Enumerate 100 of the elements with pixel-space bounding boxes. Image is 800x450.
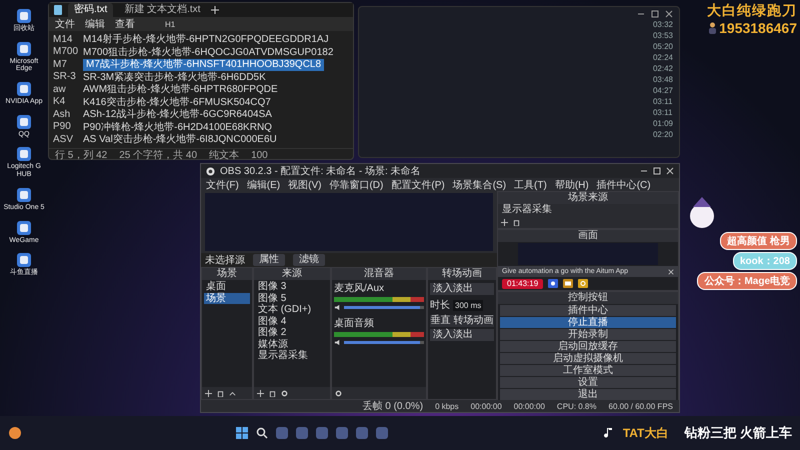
app-logo-icon — [206, 166, 215, 176]
record-icon[interactable] — [548, 279, 558, 288]
status-text: 00:00:00 — [514, 402, 545, 410]
slogan-text: 钻粉三把 火箭上车 — [684, 424, 792, 442]
line-text: aw — [53, 84, 67, 95]
line-text: ASV — [53, 134, 74, 145]
file-tab[interactable]: 密码.txt — [68, 3, 114, 17]
menu-item[interactable]: 场景集合(S) — [452, 178, 506, 192]
toolbar-button[interactable]: 滤镜 — [293, 254, 325, 266]
close-icon[interactable] — [666, 167, 674, 175]
line-text: P90 — [53, 121, 72, 132]
info-tag: 超高颜值 枪男 — [720, 232, 797, 250]
line-text: SR-3 — [53, 71, 77, 82]
duration-text: 04:27 — [652, 86, 673, 95]
channel-name: 桌面音频 — [334, 316, 375, 330]
live-timer-button[interactable]: 01:43:19 — [502, 278, 544, 288]
control-button[interactable]: 插件中心 — [500, 305, 676, 316]
close-icon[interactable] — [665, 10, 673, 18]
chevron-up-icon[interactable] — [229, 390, 236, 396]
menu-item[interactable]: 工具(T) — [514, 178, 547, 192]
source-item[interactable]: 显示器采集 — [498, 204, 678, 216]
brand-text: TAT大白 — [622, 424, 668, 442]
app-icon[interactable] — [16, 81, 32, 98]
app-icon[interactable] — [16, 114, 32, 130]
control-button[interactable]: 停止直播 — [500, 317, 676, 328]
app-icon[interactable] — [16, 186, 32, 203]
duration-text: 03:11 — [652, 108, 673, 117]
notepad-icon — [53, 4, 63, 16]
control-button[interactable]: 启动回放缓存 — [500, 341, 676, 352]
duration-field[interactable]: 300 ms — [453, 300, 484, 310]
duration-text: 01:09 — [652, 119, 673, 128]
person-icon — [708, 22, 718, 34]
dock-title: 场景 — [202, 268, 252, 280]
menu-item[interactable]: 帮助(H) — [554, 178, 589, 192]
info-tag: kook：208 — [732, 252, 797, 270]
file-tab[interactable]: 新建 文本文档.txt — [118, 3, 206, 17]
plus-icon[interactable] — [211, 6, 220, 14]
heading-dropdown[interactable]: H1 — [165, 20, 176, 28]
plus-icon[interactable] — [257, 390, 264, 396]
status-text: 00:00:00 — [470, 402, 502, 410]
dock-title: 画面 — [498, 230, 678, 242]
menu-item[interactable]: 编辑(E) — [246, 178, 280, 192]
control-button[interactable]: 退出 — [500, 389, 676, 400]
line-text: K4 — [53, 96, 66, 108]
scene-item[interactable]: 桌面 — [204, 281, 250, 292]
no-source-label: 未选择源 — [205, 254, 245, 267]
line-text: AWM狙击步枪-烽火地带-6HPTR680FPQDE — [83, 82, 278, 96]
menu-item[interactable]: 视图(V) — [288, 178, 322, 192]
status-text: 25 个字符，共 40 — [119, 148, 198, 162]
phone-number: 1953186467 — [719, 20, 797, 36]
menu-item[interactable]: 查看 — [115, 17, 135, 31]
menu-item[interactable]: 配置文件(P) — [391, 178, 445, 192]
plus-icon[interactable] — [501, 218, 508, 226]
maximize-icon[interactable] — [653, 167, 661, 175]
status-text: 丢帧 0 (0.0%) — [362, 400, 424, 413]
line-text: P90冲锋枪-烽火地带-6H2D4100E68KRNQ — [83, 120, 272, 134]
control-button[interactable]: 开始录制 — [500, 329, 676, 340]
transition-dropdown[interactable]: 淡入淡出 — [430, 329, 494, 341]
speaker-icon[interactable] — [334, 304, 341, 311]
line-text: M14射手步枪-烽火地带-6HPTN2G0FPQDEEGDDR1AJ — [83, 32, 329, 46]
source-item[interactable]: 图像 2 — [256, 327, 328, 338]
status-text: 60.00 / 60.00 FPS — [608, 402, 673, 410]
duration-text: 02:20 — [652, 130, 673, 139]
app-icon[interactable] — [16, 8, 32, 24]
source-item[interactable]: 文本 (GDI+) — [256, 304, 328, 316]
scene-item[interactable]: 场景 — [204, 292, 250, 304]
app-icon[interactable] — [16, 40, 32, 57]
window-title: OBS 30.2.3 - 配置文件: 未命名 - 场景: 未命名 — [220, 164, 421, 178]
maximize-icon[interactable] — [651, 10, 659, 18]
control-button[interactable]: 工作室模式 — [500, 365, 676, 376]
source-item[interactable]: 图像 3 — [256, 281, 328, 292]
toolbar-button[interactable]: 属性 — [253, 254, 285, 266]
source-item[interactable]: 媒体源 — [256, 338, 328, 350]
channel-name: 麦克风/Aux — [334, 282, 386, 295]
source-item[interactable]: 图像 5 — [256, 292, 328, 304]
app-icon[interactable] — [16, 146, 32, 162]
menu-item[interactable]: 插件中心(C) — [596, 178, 651, 192]
windows-start-icon[interactable] — [236, 427, 248, 439]
control-button[interactable]: 启动虚拟摄像机 — [500, 353, 676, 364]
line-text: Ash — [53, 108, 72, 120]
menu-item[interactable]: 停靠窗口(D) — [329, 178, 384, 192]
menu-item[interactable]: 文件 — [55, 17, 75, 31]
app-icon[interactable] — [16, 252, 32, 268]
menu-item[interactable]: 编辑 — [85, 17, 105, 31]
duration-text: 02:24 — [652, 53, 673, 62]
close-icon[interactable] — [668, 268, 674, 274]
search-icon[interactable] — [256, 427, 268, 439]
source-item[interactable]: 图像 4 — [256, 316, 328, 327]
speaker-icon[interactable] — [334, 339, 341, 346]
status-text: 纯文本 — [209, 148, 240, 162]
app-icon[interactable] — [16, 220, 32, 236]
dock-title: 垂直 转场动画 — [430, 315, 494, 327]
duration-label: 时长 — [430, 298, 450, 312]
transition-dropdown[interactable]: 淡入淡出 — [430, 283, 494, 295]
control-button[interactable]: 设置 — [500, 377, 676, 388]
menu-item[interactable]: 文件(F) — [206, 178, 239, 192]
duration-text: 03:11 — [652, 97, 673, 106]
plus-icon[interactable] — [205, 390, 212, 396]
source-item[interactable]: 显示器采集 — [256, 350, 328, 362]
dock-title: 控制按钮 — [498, 292, 678, 304]
